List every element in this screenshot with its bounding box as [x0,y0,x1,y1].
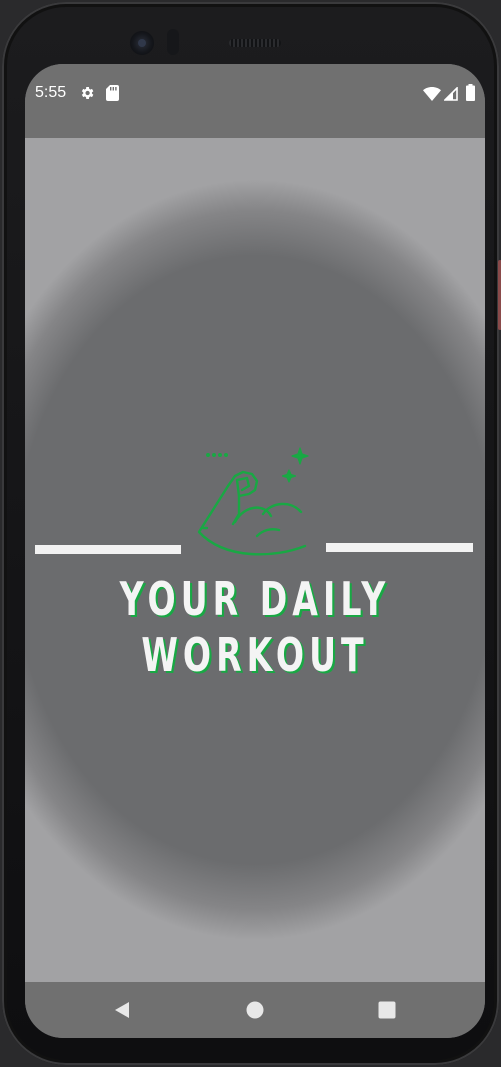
navigation-bar [25,982,485,1038]
earpiece-speaker [229,39,281,47]
app-title: YOUR DAILY WORKOUT [89,571,420,683]
app-title-line2: WORKOUT [141,628,369,682]
settings-icon [79,85,95,105]
signal-icon [443,86,458,105]
screen: 5:55 YOUR DAILY WORKOUT [25,64,485,1038]
flexed-bicep-icon [195,440,315,558]
status-time: 5:55 [35,84,67,101]
proximity-sensor [167,29,179,55]
splash-screen: YOUR DAILY WORKOUT [25,138,485,982]
decorative-line-right [326,543,473,552]
front-camera [130,31,154,55]
back-triangle-icon[interactable] [110,998,134,1022]
wifi-icon [423,86,441,105]
phone-frame: 5:55 YOUR DAILY WORKOUT [2,2,501,1065]
battery-icon [466,84,475,105]
decorative-line-left [35,545,181,554]
app-title-line1: YOUR DAILY [119,572,391,626]
recents-square-icon[interactable] [375,998,399,1022]
sd-card-icon [106,85,119,105]
home-circle-icon[interactable] [243,998,267,1022]
status-bar: 5:55 [25,64,485,138]
